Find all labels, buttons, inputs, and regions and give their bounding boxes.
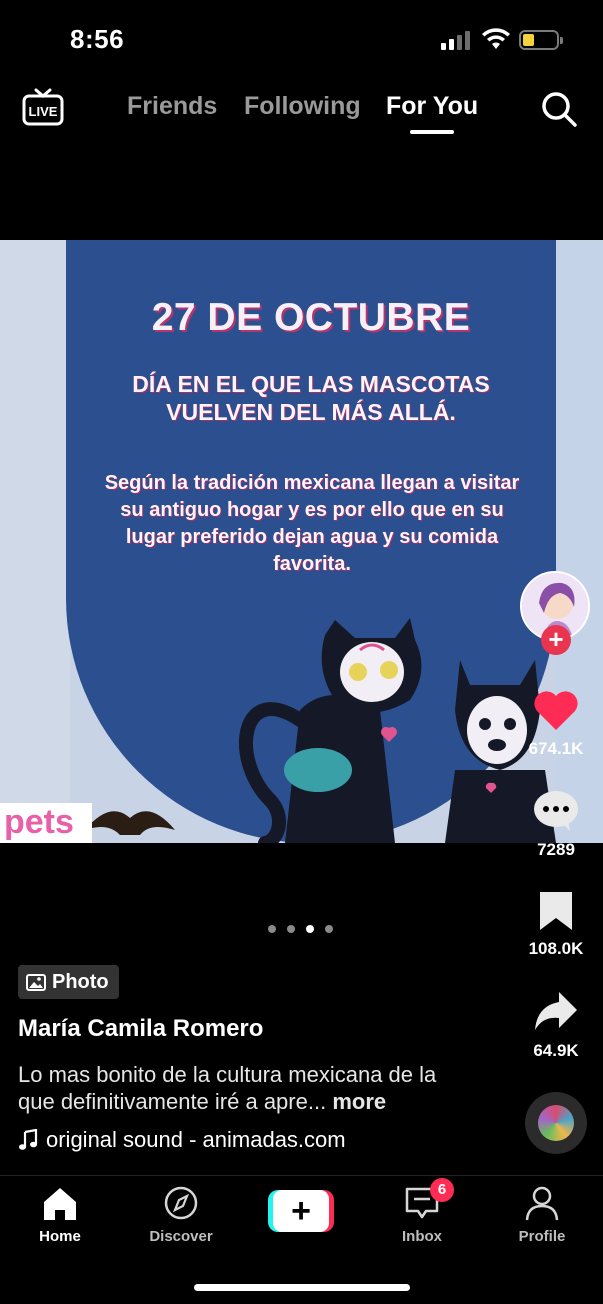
live-icon[interactable]: LIVE — [22, 88, 64, 128]
carousel-dot-active — [306, 925, 314, 933]
tab-following[interactable]: Following — [244, 92, 361, 121]
photo-icon — [26, 973, 46, 991]
post-caption[interactable]: Lo mas bonito de la cultura mexicana de … — [18, 1061, 458, 1115]
tab-friends[interactable]: Friends — [127, 92, 217, 121]
carousel-dot — [268, 925, 276, 933]
plus-icon: + — [273, 1190, 329, 1232]
photo-badge-label: Photo — [52, 970, 109, 993]
sound-link[interactable]: original sound - animadas.com — [18, 1127, 346, 1153]
nav-discover-label: Discover — [149, 1228, 213, 1245]
music-note-icon — [19, 1129, 38, 1150]
home-indicator — [194, 1284, 410, 1291]
bookmark-icon — [540, 892, 572, 930]
share-arrow-icon — [535, 992, 577, 1030]
compass-icon — [164, 1186, 198, 1220]
search-icon[interactable] — [540, 90, 578, 128]
nav-home[interactable]: Home — [10, 1184, 110, 1245]
nav-profile-label: Profile — [518, 1228, 566, 1245]
tab-for-you[interactable]: For You — [386, 92, 478, 121]
wifi-icon — [482, 28, 510, 49]
create-button[interactable]: + — [268, 1190, 334, 1232]
pets-logo: pets — [0, 803, 92, 843]
nav-inbox[interactable]: Inbox — [372, 1184, 472, 1245]
nav-discover[interactable]: Discover — [131, 1184, 231, 1245]
status-bar: 8:56 — [0, 0, 603, 80]
live-label: LIVE — [29, 104, 58, 119]
creator-username[interactable]: María Camila Romero — [18, 1015, 263, 1043]
inbox-notification-badge: 6 — [430, 1178, 454, 1202]
nav-inbox-label: Inbox — [402, 1228, 442, 1245]
pets-logo-text: pets — [4, 803, 74, 841]
clock-time: 8:56 — [70, 24, 125, 54]
nav-home-label: Home — [39, 1228, 81, 1245]
carousel-dot — [287, 925, 295, 933]
share-button[interactable]: 64.9K — [516, 990, 596, 1061]
post-photo[interactable]: 27 DE OCTUBRE DÍA EN EL QUE LAS MASCOTAS… — [0, 240, 603, 843]
share-count: 64.9K — [533, 1041, 579, 1060]
sound-name: original sound - animadas.com — [46, 1127, 346, 1152]
bookmark-button[interactable]: 108.0K — [516, 890, 596, 959]
comment-count: 7289 — [537, 840, 575, 859]
battery-icon — [519, 30, 563, 50]
photo-badge: Photo — [18, 965, 119, 999]
caption-more-link[interactable]: more — [332, 1089, 386, 1114]
carousel-indicator — [268, 925, 338, 935]
cellular-signal-icon — [441, 30, 471, 50]
comment-bubble-icon — [534, 791, 578, 831]
like-button[interactable]: 674.1K — [516, 688, 596, 759]
carousel-dot — [325, 925, 333, 933]
comment-button[interactable]: 7289 — [516, 789, 596, 860]
heart-icon — [534, 691, 578, 730]
save-count: 108.0K — [528, 939, 584, 958]
home-icon — [44, 1188, 76, 1220]
profile-icon — [525, 1186, 559, 1221]
skeleton-pets-illustration — [85, 618, 556, 843]
active-tab-indicator — [410, 130, 454, 134]
nav-profile[interactable]: Profile — [492, 1184, 592, 1245]
music-disc-icon[interactable] — [525, 1092, 587, 1154]
follow-plus-button[interactable]: + — [541, 625, 571, 655]
like-count: 674.1K — [528, 739, 584, 758]
top-navigation: LIVE Friends Following For You — [0, 78, 603, 148]
